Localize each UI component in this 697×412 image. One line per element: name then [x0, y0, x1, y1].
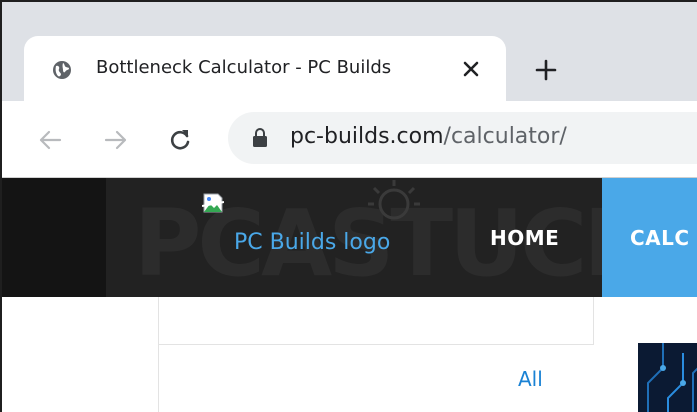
arrow-left-icon[interactable]: [36, 126, 64, 154]
nav-calculator[interactable]: CALC: [602, 178, 697, 297]
url-host: pc-builds.com: [290, 124, 444, 149]
logo-alt-text: PC Builds logo: [234, 230, 391, 255]
globe-icon: [53, 61, 71, 79]
arrow-right-icon[interactable]: [102, 126, 130, 154]
header-left-panel: [2, 178, 106, 297]
nav-home[interactable]: HOME: [490, 226, 559, 250]
site-header: PCASTUCES PC Builds logo HOME CALC: [2, 178, 697, 297]
filter-all-link[interactable]: All: [518, 367, 543, 391]
browser-window: Bottleneck Calculator - PC Builds pc-bui…: [0, 0, 697, 412]
circuit-banner-image: [638, 343, 697, 412]
lock-icon[interactable]: [250, 127, 270, 149]
reload-icon[interactable]: [166, 126, 194, 154]
content-top-box: [158, 297, 594, 345]
tab-strip: Bottleneck Calculator - PC Builds: [2, 2, 697, 102]
url-text: pc-builds.com/calculator/: [290, 124, 567, 149]
nav-calculator-label: CALC: [630, 226, 690, 250]
browser-toolbar: pc-builds.com/calculator/: [2, 101, 697, 178]
tab-title: Bottleneck Calculator - PC Builds: [96, 57, 392, 78]
tab-bottleneck-calculator[interactable]: Bottleneck Calculator - PC Builds: [24, 36, 506, 102]
address-bar[interactable]: pc-builds.com/calculator/: [228, 112, 697, 164]
broken-image-icon: [202, 193, 224, 213]
url-path: /calculator/: [443, 124, 567, 149]
plus-icon[interactable]: [534, 58, 558, 82]
lightbulb-icon: [368, 180, 420, 220]
close-icon[interactable]: [460, 58, 482, 80]
